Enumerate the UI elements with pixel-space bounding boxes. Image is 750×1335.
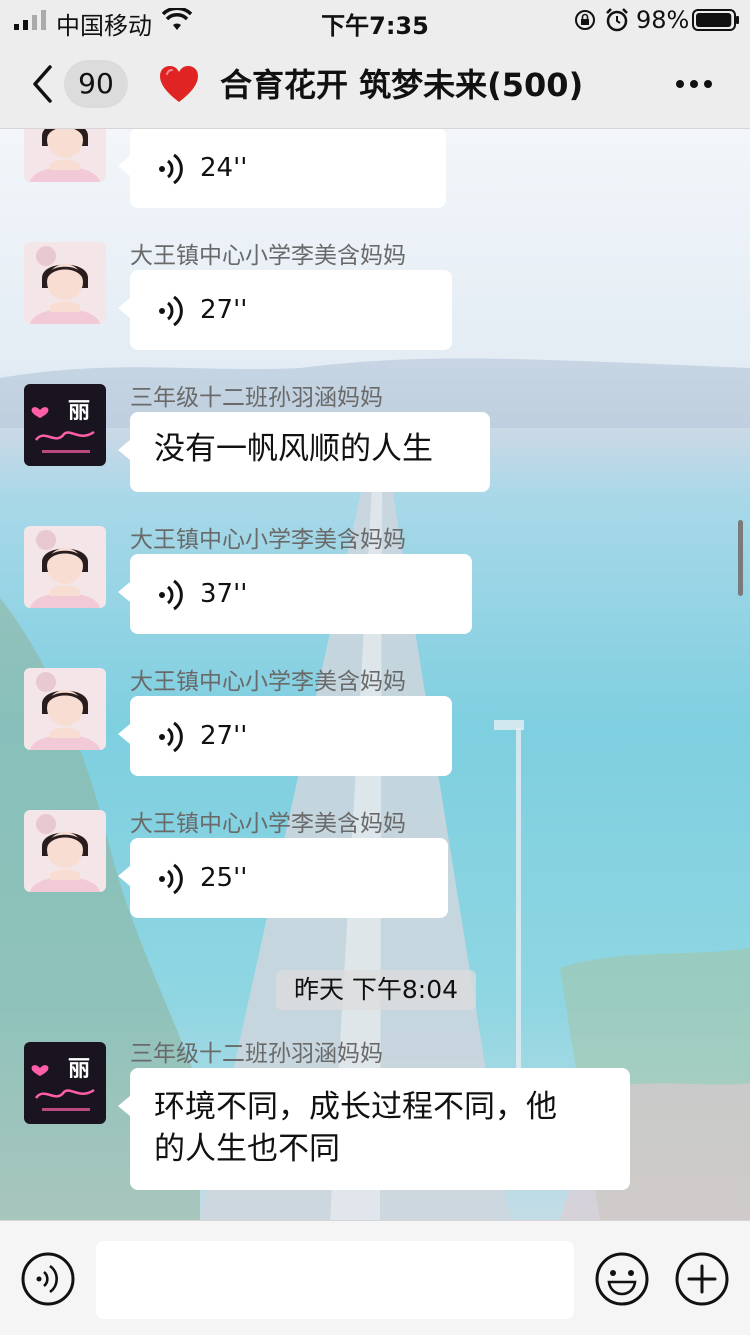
voice-wave-icon <box>159 295 183 327</box>
message-text-line: 环境不同，成长过程不同，他 <box>154 1089 557 1125</box>
avatar[interactable]: 丽 <box>24 384 106 466</box>
voice-wave-icon <box>159 721 183 753</box>
text-message-bubble[interactable]: 环境不同，成长过程不同，他 的人生也不同 <box>118 1068 630 1190</box>
voice-duration: 37'' <box>200 579 248 609</box>
voice-duration: 27'' <box>200 721 248 751</box>
sender-name: 大王镇中心小学李美含妈妈 <box>130 669 406 695</box>
voice-message-bubble[interactable]: 24'' <box>118 128 446 208</box>
message-text: 环境不同，成长过程不同，他 的人生也不同 <box>130 1068 630 1188</box>
child-avatar-image <box>24 526 106 608</box>
avatar[interactable]: 丽 <box>24 1042 106 1124</box>
emoji-icon[interactable] <box>594 1251 650 1307</box>
voice-message-bubble[interactable]: 37'' <box>118 554 472 634</box>
avatar[interactable] <box>24 128 106 182</box>
sender-name: 大王镇中心小学李美含妈妈 <box>130 527 406 553</box>
child-avatar-image <box>24 668 106 750</box>
child-avatar-image <box>24 242 106 324</box>
voice-duration: 27'' <box>200 295 248 325</box>
back-button[interactable]: 90 <box>24 60 134 110</box>
sender-name: 大王镇中心小学李美含妈妈 <box>130 243 406 269</box>
voice-wave-icon <box>159 579 183 611</box>
chevron-left-icon <box>33 65 52 103</box>
message-input[interactable] <box>96 1241 574 1319</box>
sender-name: 三年级十二班孙羽涵妈妈 <box>130 1041 383 1067</box>
sender-name: 大王镇中心小学李美含妈妈 <box>130 811 406 837</box>
status-bar: 中国移动 下午7:35 98% <box>0 0 750 40</box>
message-text-line: 的人生也不同 <box>154 1131 340 1167</box>
voice-message-bubble[interactable]: 27'' <box>118 270 452 350</box>
alarm-icon <box>606 8 628 32</box>
voice-input-toggle-icon[interactable] <box>20 1251 76 1307</box>
timestamp-divider: 昨天 下午8:04 <box>276 970 476 1010</box>
avatar[interactable] <box>24 810 106 892</box>
plus-icon[interactable] <box>674 1251 730 1307</box>
battery-percentage: 98% <box>636 6 690 34</box>
chat-header: 90 合育花开 筑梦未来(500) <box>0 40 750 129</box>
message-list[interactable]: 24'' 大王镇中心小学李美含妈妈 27'' 丽 三年级十二班孙羽涵妈妈 没有一… <box>0 128 750 1220</box>
logo-avatar-image: 丽 <box>24 384 106 466</box>
heart-icon <box>160 66 198 102</box>
voice-message-bubble[interactable]: 25'' <box>118 838 448 918</box>
avatar[interactable] <box>24 668 106 750</box>
input-bar <box>0 1220 750 1335</box>
voice-message-bubble[interactable]: 27'' <box>118 696 452 776</box>
voice-duration: 25'' <box>200 863 248 893</box>
logo-text: 丽 <box>68 399 90 424</box>
avatar[interactable] <box>24 242 106 324</box>
rotation-lock-icon <box>575 10 595 30</box>
avatar[interactable] <box>24 526 106 608</box>
child-avatar-image <box>24 128 106 182</box>
text-message-bubble[interactable]: 没有一帆风顺的人生 <box>118 412 490 492</box>
scroll-indicator[interactable] <box>738 520 743 596</box>
battery-icon <box>692 9 739 31</box>
voice-wave-icon <box>159 863 183 895</box>
message-text: 没有一帆风顺的人生 <box>154 431 433 467</box>
logo-avatar-image: 丽 <box>24 1042 106 1124</box>
more-icon[interactable] <box>672 66 716 102</box>
unread-count-badge: 90 <box>64 60 128 108</box>
chat-title: 合育花开 筑梦未来(500) <box>220 66 584 104</box>
sender-name: 三年级十二班孙羽涵妈妈 <box>130 385 383 411</box>
child-avatar-image <box>24 810 106 892</box>
voice-wave-icon <box>159 153 183 185</box>
voice-duration: 24'' <box>200 153 248 183</box>
logo-text: 丽 <box>68 1057 90 1082</box>
